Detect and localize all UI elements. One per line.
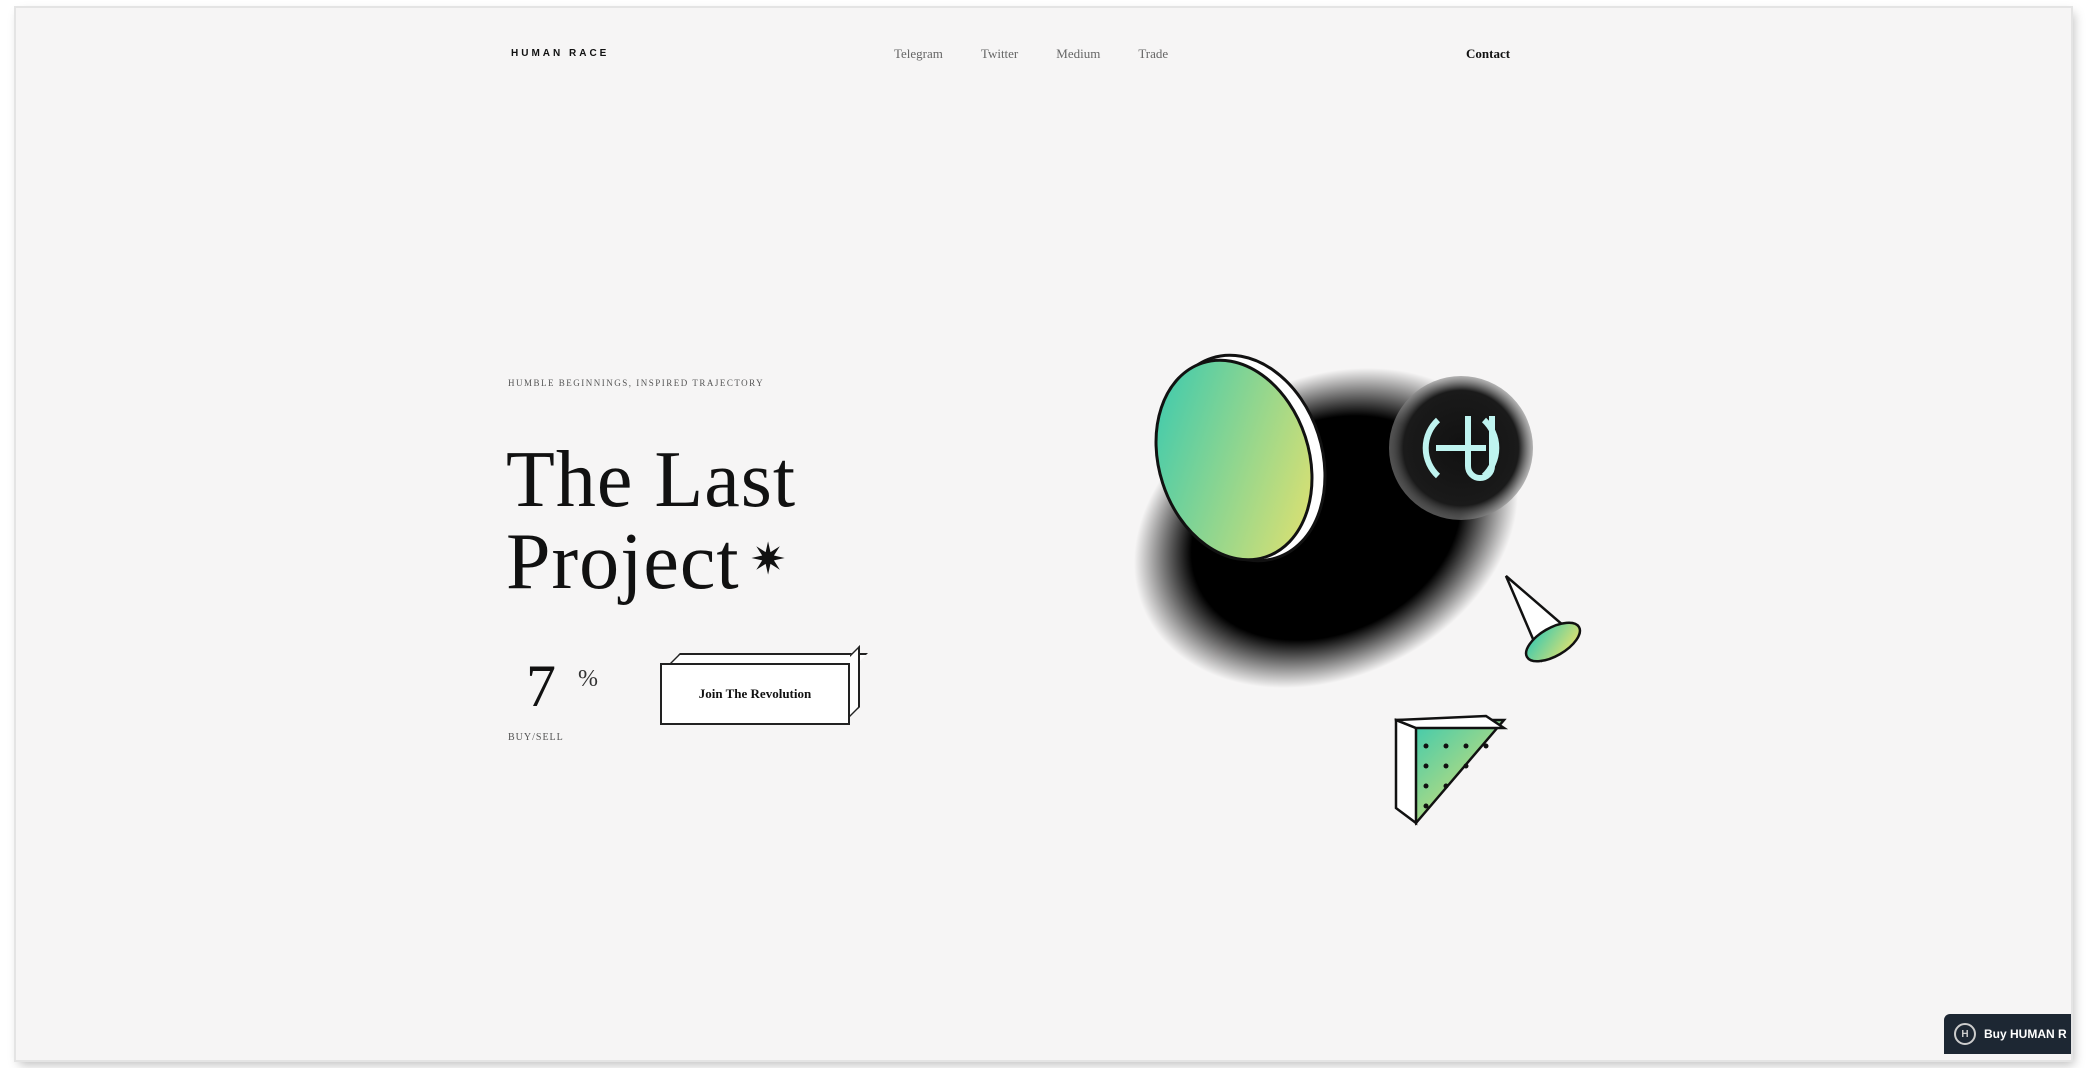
shadow-blob xyxy=(1133,367,1519,689)
top-nav: Telegram Twitter Medium Trade xyxy=(894,46,1168,62)
nav-twitter[interactable]: Twitter xyxy=(981,46,1018,62)
cone-shape xyxy=(1504,575,1582,663)
fee-value: 7 xyxy=(526,653,556,719)
nav-trade[interactable]: Trade xyxy=(1138,46,1168,62)
nav-medium[interactable]: Medium xyxy=(1056,46,1100,62)
coin-logo-icon: H xyxy=(1954,1023,1976,1045)
hero-title-line2: Project ✷ xyxy=(506,518,788,606)
browser-page: HUMAN RACE Telegram Twitter Medium Trade… xyxy=(16,8,2071,1060)
buy-token-widget[interactable]: H Buy HUMAN R xyxy=(1944,1014,2071,1054)
hero-title-line1: The Last xyxy=(506,436,797,524)
hero-illustration xyxy=(1133,353,1582,826)
join-revolution-button[interactable]: Join The Revolution xyxy=(660,663,850,725)
cta-button-top-face xyxy=(670,653,868,663)
prism-shape xyxy=(1394,714,1509,826)
nav-telegram[interactable]: Telegram xyxy=(894,46,943,62)
buy-token-label: Buy HUMAN R xyxy=(1984,1027,2067,1041)
fee-unit: % xyxy=(578,666,598,692)
cta-button-side-face xyxy=(850,645,860,717)
contact-link[interactable]: Contact xyxy=(1466,46,1510,62)
asterisk-icon: ✷ xyxy=(749,535,788,584)
hero-eyebrow: HUMBLE BEGINNINGS, INSPIRED TRAJECTORY xyxy=(508,378,765,388)
hero-title: The Last Project ✷ xyxy=(506,440,796,602)
brand-logo[interactable]: HUMAN RACE xyxy=(511,48,609,59)
human-logo-orb-icon xyxy=(1389,376,1533,520)
fee-label: BUY/SELL xyxy=(508,732,564,743)
